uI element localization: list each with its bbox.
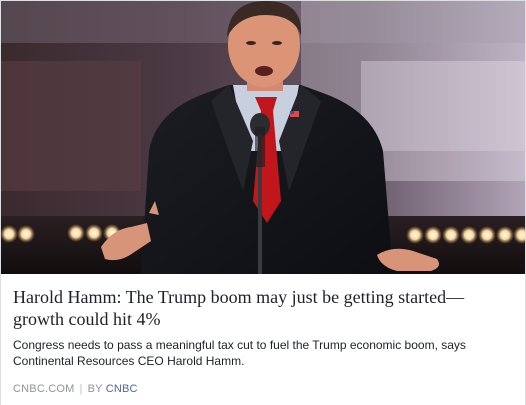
author-link[interactable]: CNBC (106, 383, 138, 395)
article-headline[interactable]: Harold Hamm: The Trump boom may just be … (13, 286, 513, 330)
article-description: Congress needs to pass a meaningful tax … (13, 338, 466, 368)
by-label: BY (87, 383, 103, 395)
article-text[interactable]: Harold Hamm: The Trump boom may just be … (1, 274, 525, 405)
source-domain: CNBC.COM (13, 383, 75, 395)
meta-separator: | (79, 383, 83, 395)
article-image[interactable] (1, 1, 525, 274)
link-preview-card[interactable]: Harold Hamm: The Trump boom may just be … (0, 0, 526, 405)
speaker-photo (1, 1, 525, 274)
article-meta: CNBC.COM | BY CNBC (13, 382, 513, 396)
